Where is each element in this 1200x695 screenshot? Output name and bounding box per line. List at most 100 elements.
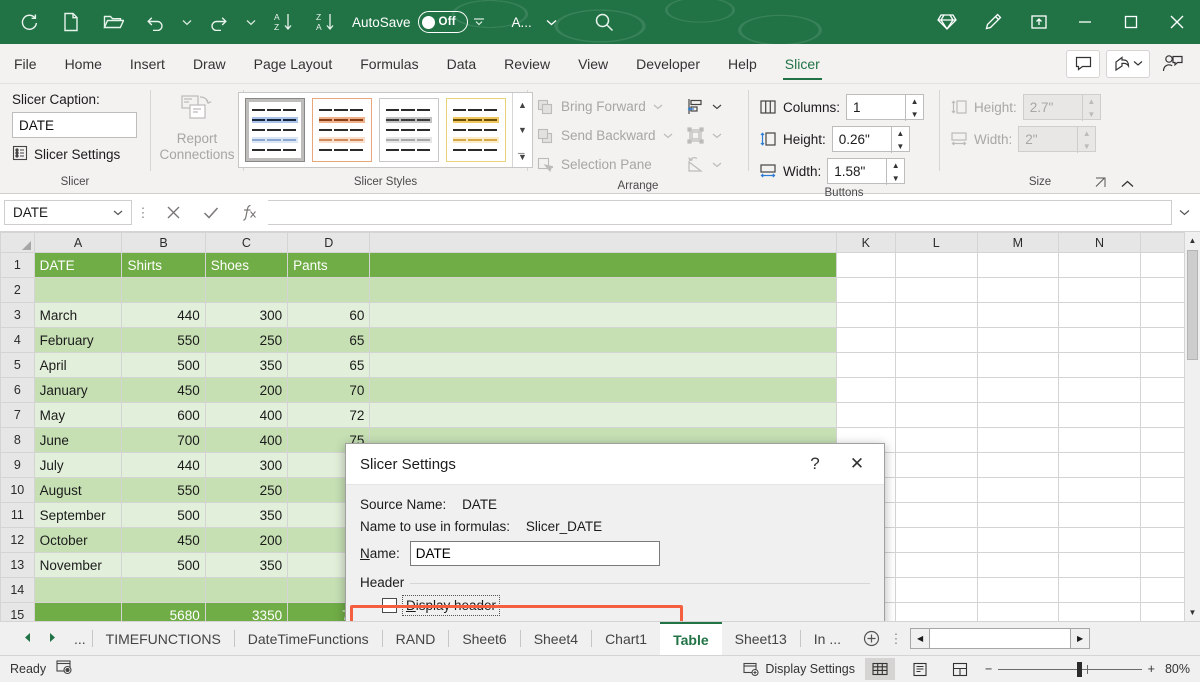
cell-a11[interactable]: September: [34, 503, 122, 528]
size-dialog-launcher-icon[interactable]: [1095, 177, 1106, 191]
cell-span-7[interactable]: [370, 403, 836, 428]
row-header-9[interactable]: 9: [1, 453, 35, 478]
row-header-7[interactable]: 7: [1, 403, 35, 428]
sheet-next-icon[interactable]: [47, 631, 58, 646]
comment-icon[interactable]: [1066, 50, 1100, 78]
cell-n15[interactable]: [1059, 603, 1141, 622]
cell-k3[interactable]: [836, 303, 895, 328]
tab-file[interactable]: File: [0, 44, 51, 83]
buttons-height-stepper[interactable]: 0.26" ▲▼: [832, 126, 910, 152]
cell-d4[interactable]: 65: [288, 328, 370, 353]
column-header-n[interactable]: N: [1059, 233, 1141, 253]
vertical-scroll-thumb[interactable]: [1187, 250, 1198, 360]
cell-m6[interactable]: [977, 378, 1059, 403]
sheet-tab-rand[interactable]: RAND: [383, 622, 449, 655]
cell-m8[interactable]: [977, 428, 1059, 453]
slicer-styles-gallery[interactable]: ▲ ▼ ─▼: [238, 92, 533, 168]
cell-a10[interactable]: August: [34, 478, 122, 503]
sort-za-icon[interactable]: Z A: [304, 0, 346, 44]
columns-value[interactable]: 1: [847, 95, 905, 119]
cell-m7[interactable]: [977, 403, 1059, 428]
cell-n6[interactable]: [1059, 378, 1141, 403]
zoom-in-icon[interactable]: +: [1148, 662, 1155, 676]
cell-l3[interactable]: [895, 303, 977, 328]
restore-down-icon[interactable]: [1016, 0, 1062, 44]
cell-b12[interactable]: 450: [122, 528, 205, 553]
refresh-icon[interactable]: [8, 0, 50, 44]
cell-a8[interactable]: June: [34, 428, 122, 453]
cell-a5[interactable]: April: [34, 353, 122, 378]
cell-a4[interactable]: February: [34, 328, 122, 353]
sheet-tab-table[interactable]: Table: [660, 622, 722, 655]
cell-n13[interactable]: [1059, 553, 1141, 578]
cell-span-6[interactable]: [370, 378, 836, 403]
hscroll-right-icon[interactable]: ▶: [1070, 628, 1090, 649]
cell-m13[interactable]: [977, 553, 1059, 578]
spin-down-icon[interactable]: ▼: [892, 140, 909, 153]
new-file-icon[interactable]: [50, 0, 92, 44]
redo-chevron-down-icon[interactable]: [240, 0, 262, 44]
cell-m9[interactable]: [977, 453, 1059, 478]
cell-l12[interactable]: [895, 528, 977, 553]
cell-m14[interactable]: [977, 578, 1059, 603]
pen-icon[interactable]: [970, 0, 1016, 44]
cell-c3[interactable]: 300: [205, 303, 287, 328]
tab-slicer[interactable]: Slicer: [771, 44, 834, 83]
cell-l13[interactable]: [895, 553, 977, 578]
horizontal-scrollbar[interactable]: ◀ ▶: [910, 622, 1090, 655]
align-objects-button[interactable]: [687, 92, 722, 121]
display-header-checkbox-row[interactable]: Display header: [382, 598, 497, 613]
row-header-6[interactable]: 6: [1, 378, 35, 403]
slicer-caption-input[interactable]: DATE: [12, 112, 137, 138]
cell-n1[interactable]: [1059, 253, 1141, 278]
row-header-2[interactable]: 2: [1, 278, 35, 303]
cell-a12[interactable]: October: [34, 528, 122, 553]
cell-a14[interactable]: [34, 578, 122, 603]
column-header-b[interactable]: B: [122, 233, 205, 253]
tab-draw[interactable]: Draw: [179, 44, 240, 83]
cell-b7[interactable]: 600: [122, 403, 205, 428]
expand-formula-bar-icon[interactable]: [1172, 209, 1196, 216]
column-header-c[interactable]: C: [205, 233, 287, 253]
cell-l10[interactable]: [895, 478, 977, 503]
cell-n8[interactable]: [1059, 428, 1141, 453]
cell-n10[interactable]: [1059, 478, 1141, 503]
sheet-tab-chart1[interactable]: Chart1: [592, 622, 660, 655]
spin-up-icon[interactable]: ▲: [906, 95, 923, 108]
enter-icon[interactable]: [192, 200, 230, 226]
normal-view-icon[interactable]: [865, 658, 895, 680]
cell-c13[interactable]: 350: [205, 553, 287, 578]
cell-c11[interactable]: 350: [205, 503, 287, 528]
minimize-icon[interactable]: [1062, 0, 1108, 44]
cell-span-3[interactable]: [370, 303, 836, 328]
cell-c9[interactable]: 300: [205, 453, 287, 478]
cell-a15[interactable]: [34, 603, 122, 622]
cell-a2[interactable]: [34, 278, 122, 303]
row-header-8[interactable]: 8: [1, 428, 35, 453]
cell-b10[interactable]: 550: [122, 478, 205, 503]
cell-a1[interactable]: DATE: [34, 253, 122, 278]
cell-m5[interactable]: [977, 353, 1059, 378]
columns-stepper[interactable]: 1 ▲▼: [846, 94, 924, 120]
cell-l11[interactable]: [895, 503, 977, 528]
tab-help[interactable]: Help: [714, 44, 771, 83]
cell-b5[interactable]: 500: [122, 353, 205, 378]
cell-m15[interactable]: [977, 603, 1059, 622]
cell-d2[interactable]: [288, 278, 370, 303]
ribbon-collapse-icon[interactable]: [1121, 177, 1134, 191]
cell-c15[interactable]: 3350: [205, 603, 287, 622]
cell-c7[interactable]: 400: [205, 403, 287, 428]
sheet-tab-sheet13[interactable]: Sheet13: [722, 622, 800, 655]
page-layout-icon[interactable]: [905, 658, 935, 680]
cell-k5[interactable]: [836, 353, 895, 378]
cell-n5[interactable]: [1059, 353, 1141, 378]
scroll-down-icon[interactable]: ▼: [1185, 604, 1200, 621]
cell-l6[interactable]: [895, 378, 977, 403]
cell-k6[interactable]: [836, 378, 895, 403]
spin-up-icon[interactable]: ▲: [887, 159, 904, 172]
diamond-icon[interactable]: [924, 0, 970, 44]
name-box[interactable]: DATE: [4, 200, 132, 225]
collaborate-icon[interactable]: [1156, 50, 1190, 78]
cell-a3[interactable]: March: [34, 303, 122, 328]
cell-a7[interactable]: May: [34, 403, 122, 428]
